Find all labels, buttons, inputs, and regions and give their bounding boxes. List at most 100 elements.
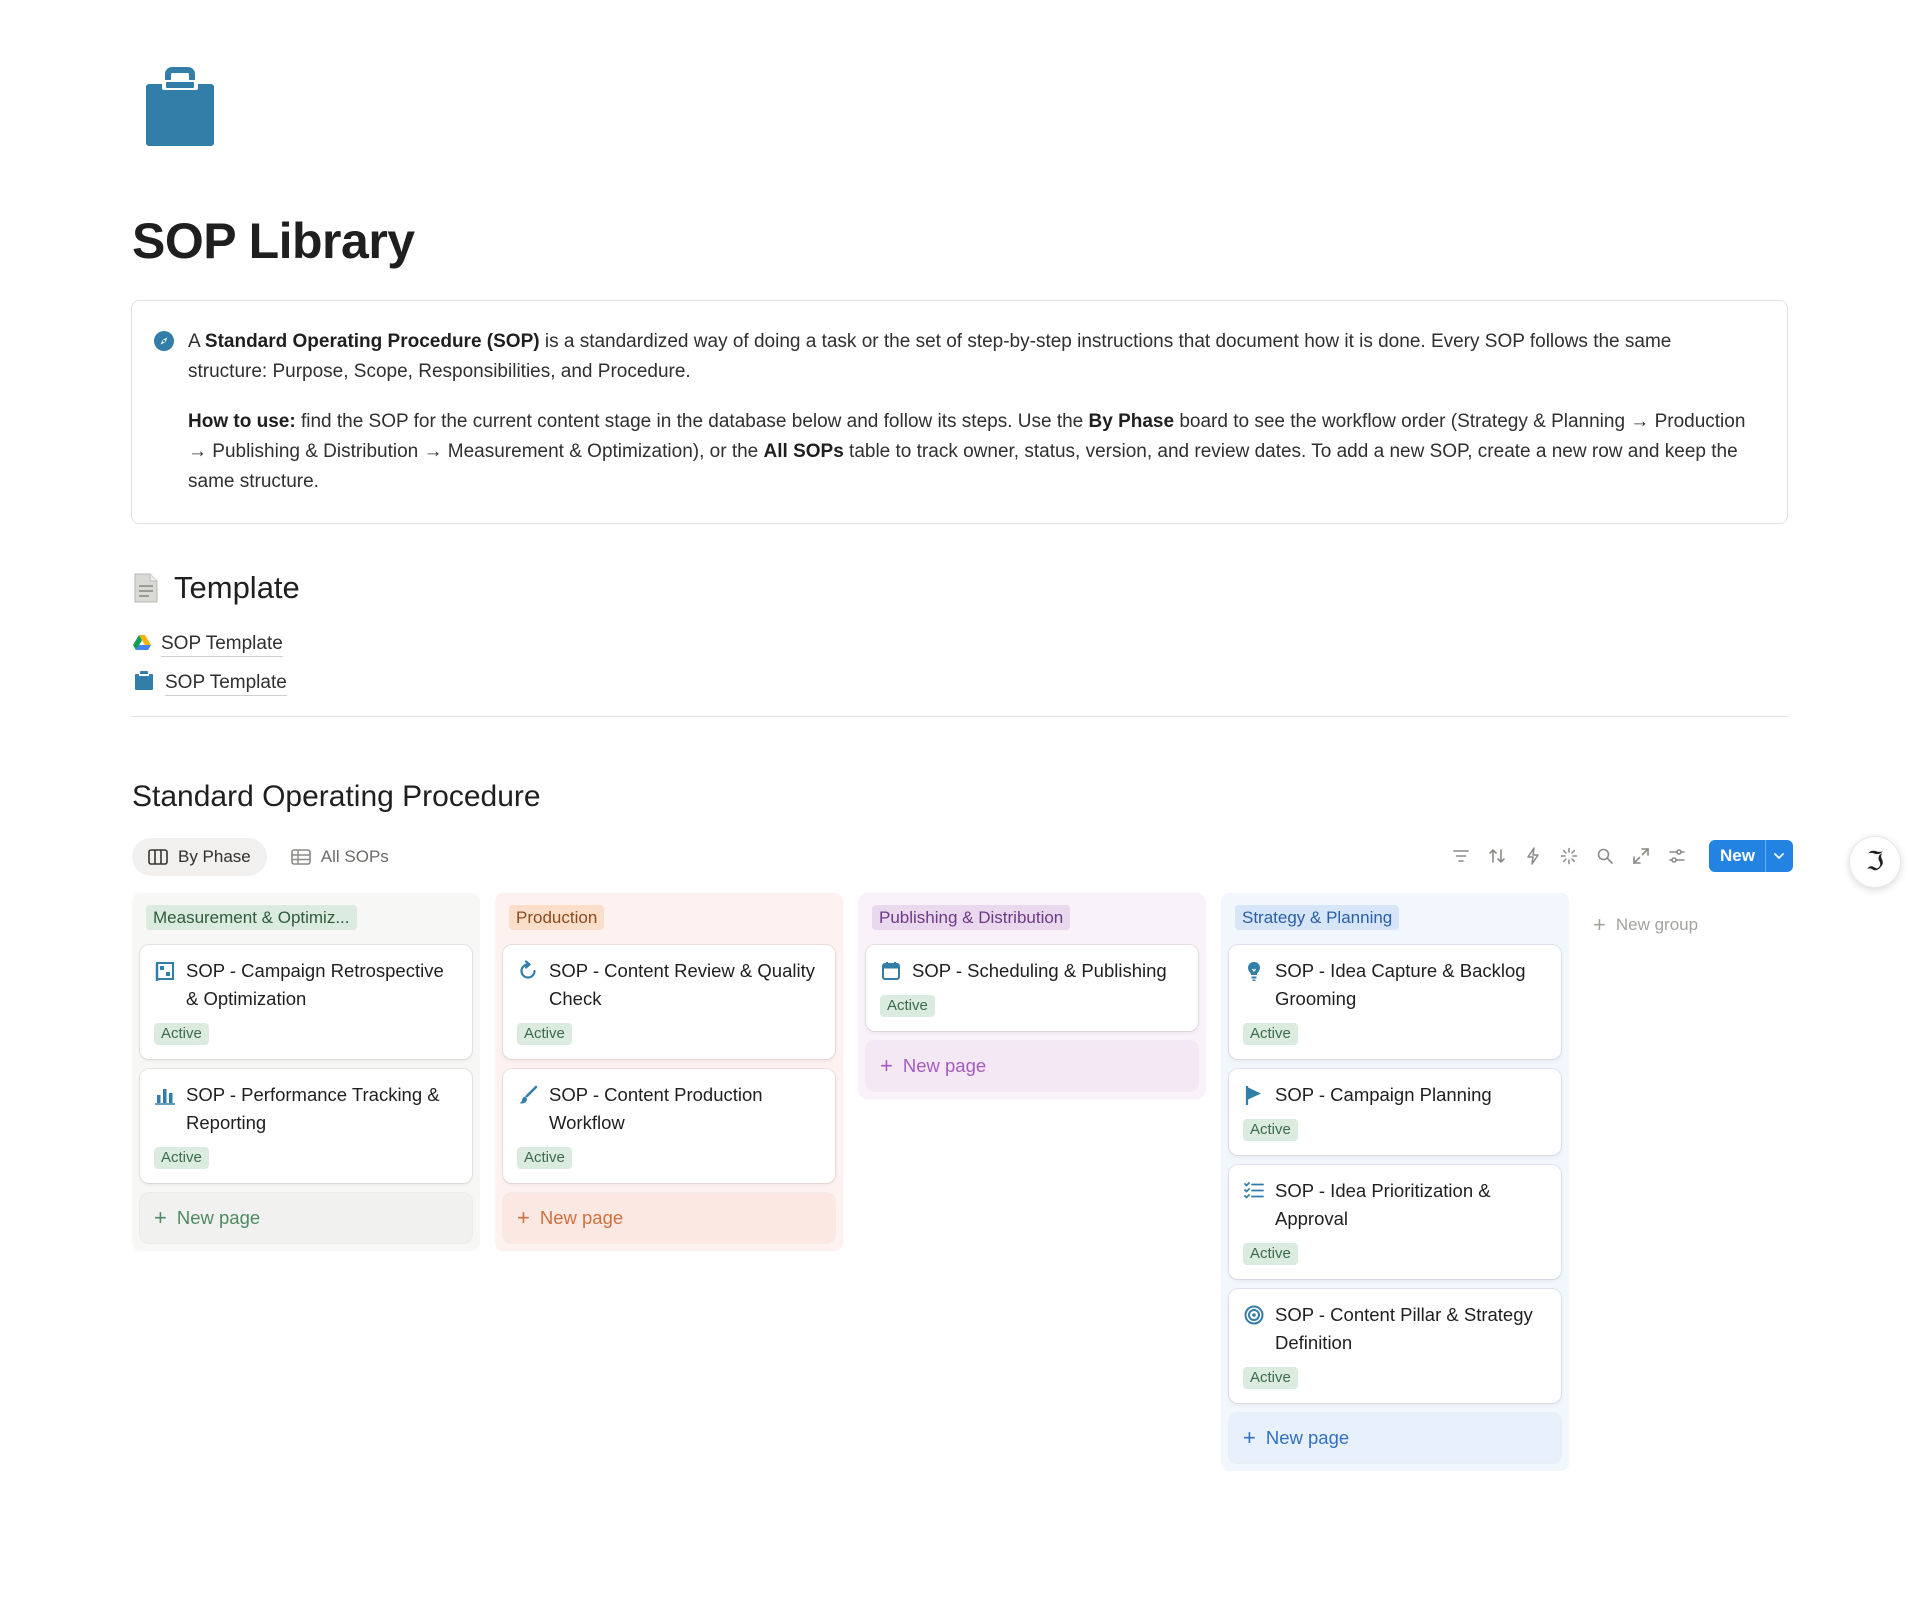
board-card[interactable]: SOP - Scheduling & Publishing Active	[866, 945, 1198, 1031]
status-badge: Active	[154, 1147, 209, 1169]
ai-sparkle-icon[interactable]	[1557, 844, 1581, 868]
plus-icon: +	[154, 1205, 167, 1230]
tab-label: All SOPs	[320, 847, 389, 866]
column-tag[interactable]: Strategy & Planning	[1235, 905, 1400, 930]
new-group-label: New group	[1615, 915, 1699, 934]
card-title: SOP - Idea Capture & Backlog Grooming	[1275, 960, 1526, 1009]
table-icon	[290, 849, 311, 865]
new-page-label: New page	[902, 1055, 987, 1076]
board-column-measurement: Measurement & Optimiz... SOP - Campaign …	[132, 893, 480, 1251]
tab-all-sops[interactable]: All SOPs	[275, 838, 405, 876]
callout-bold-term: Standard Operating Procedure (SOP)	[204, 331, 540, 352]
callout-text-segment: find the SOP for the current content sta…	[295, 411, 1089, 432]
ai-assistant-button[interactable]: ℑ	[1849, 836, 1901, 888]
settings-icon[interactable]	[1665, 844, 1689, 868]
board-card[interactable]: SOP - Idea Prioritization & Approval Act…	[1229, 1165, 1561, 1279]
card-title: SOP - Performance Tracking & Reporting	[186, 1084, 440, 1133]
paintbrush-icon	[517, 1084, 539, 1106]
template-heading-label: Template	[174, 570, 300, 605]
board-column-publishing: Publishing & Distribution SOP - Scheduli…	[858, 893, 1206, 1099]
refresh-icon	[517, 960, 539, 982]
clipboard-icon	[133, 669, 155, 697]
column-tag[interactable]: Production	[509, 905, 605, 930]
target-icon	[1243, 1304, 1265, 1326]
card-title: SOP - Idea Prioritization & Approval	[1275, 1180, 1491, 1229]
board-card[interactable]: SOP - Content Pillar & Strategy Definiti…	[1229, 1289, 1561, 1403]
new-page-button[interactable]: + New page	[503, 1193, 835, 1243]
status-badge: Active	[1243, 1367, 1298, 1389]
card-title: SOP - Content Pillar & Strategy Definiti…	[1275, 1304, 1533, 1353]
divider	[131, 716, 1788, 717]
calendar-icon	[880, 960, 902, 982]
board-card[interactable]: SOP - Campaign Retrospective & Optimizat…	[140, 945, 472, 1059]
board-card[interactable]: SOP - Content Review & Quality Check Act…	[503, 945, 835, 1059]
callout-bold-term: How to use:	[188, 411, 296, 432]
status-badge: Active	[1243, 1243, 1298, 1265]
new-page-label: New page	[1265, 1427, 1350, 1448]
new-button[interactable]: New	[1709, 840, 1793, 872]
new-page-button[interactable]: + New page	[140, 1193, 472, 1243]
plus-icon: +	[1593, 912, 1606, 937]
card-title: SOP - Campaign Planning	[1275, 1084, 1492, 1105]
board-card[interactable]: SOP - Idea Capture & Backlog Grooming Ac…	[1229, 945, 1561, 1059]
board-column-production: Production SOP - Content Review & Qualit…	[495, 893, 843, 1251]
status-badge: Active	[880, 995, 935, 1017]
new-button-label[interactable]: New	[1709, 840, 1765, 872]
callout: A Standard Operating Procedure (SOP) is …	[131, 300, 1788, 524]
checklist-icon	[1243, 1180, 1265, 1202]
sort-icon[interactable]	[1485, 844, 1509, 868]
tab-by-phase[interactable]: By Phase	[132, 838, 267, 876]
column-tag[interactable]: Publishing & Distribution	[872, 905, 1071, 930]
search-icon[interactable]	[1593, 844, 1617, 868]
board-card[interactable]: SOP - Performance Tracking & Reporting A…	[140, 1069, 472, 1183]
filter-icon[interactable]	[1449, 844, 1473, 868]
card-title: SOP - Campaign Retrospective & Optimizat…	[186, 960, 444, 1009]
board-card[interactable]: SOP - Content Production Workflow Active	[503, 1069, 835, 1183]
column-tag[interactable]: Measurement & Optimiz...	[146, 905, 357, 930]
new-page-button[interactable]: + New page	[1229, 1413, 1561, 1463]
status-badge: Active	[1243, 1119, 1298, 1141]
callout-text-segment: A	[188, 331, 205, 352]
callout-paragraph-usage: How to use: find the SOP for the current…	[188, 407, 1748, 497]
chevron-down-icon[interactable]	[1764, 840, 1793, 872]
callout-bold-term: By Phase	[1088, 411, 1175, 432]
card-title: SOP - Scheduling & Publishing	[912, 960, 1167, 981]
status-badge: Active	[517, 1023, 572, 1045]
callout-bold-term: All SOPs	[763, 441, 844, 462]
notion-ai-face-icon: ℑ	[1865, 847, 1885, 877]
database-title[interactable]: Standard Operating Procedure	[132, 780, 541, 814]
plus-icon: +	[517, 1205, 530, 1230]
template-heading: Template	[132, 570, 300, 606]
new-page-button[interactable]: + New page	[866, 1041, 1198, 1091]
automation-icon[interactable]	[1521, 844, 1545, 868]
page-title[interactable]: SOP Library	[132, 212, 415, 270]
board-column-strategy: Strategy & Planning SOP - Idea Capture &…	[1221, 893, 1569, 1471]
board-icon	[148, 849, 168, 865]
google-drive-icon	[133, 634, 151, 656]
template-link-label[interactable]: SOP Template	[165, 671, 287, 696]
compass-icon	[152, 329, 176, 353]
status-badge: Active	[1243, 1023, 1298, 1045]
board-card[interactable]: SOP - Campaign Planning Active	[1229, 1069, 1561, 1155]
status-badge: Active	[517, 1147, 572, 1169]
expand-icon[interactable]	[1629, 844, 1653, 868]
clipboard-icon[interactable]	[140, 66, 220, 150]
new-page-label: New page	[539, 1207, 624, 1228]
tab-label: By Phase	[178, 847, 251, 866]
view-tabs: By Phase All SOPs	[132, 838, 405, 876]
callout-text: A Standard Operating Procedure (SOP) is …	[188, 327, 1748, 497]
analysis-board-icon	[154, 960, 176, 982]
plus-icon: +	[880, 1053, 893, 1078]
flag-icon	[1243, 1084, 1265, 1106]
card-title: SOP - Content Production Workflow	[549, 1084, 763, 1133]
card-title: SOP - Content Review & Quality Check	[549, 960, 815, 1009]
status-badge: Active	[154, 1023, 209, 1045]
new-group-button[interactable]: + New group	[1593, 912, 1698, 938]
template-link-page[interactable]: SOP Template	[133, 669, 287, 697]
template-link-drive[interactable]: SOP Template	[133, 632, 283, 657]
bar-chart-icon	[154, 1084, 176, 1106]
callout-paragraph-definition: A Standard Operating Procedure (SOP) is …	[188, 327, 1748, 387]
lightbulb-icon	[1243, 960, 1265, 982]
new-page-label: New page	[176, 1207, 261, 1228]
template-link-label[interactable]: SOP Template	[161, 632, 283, 657]
